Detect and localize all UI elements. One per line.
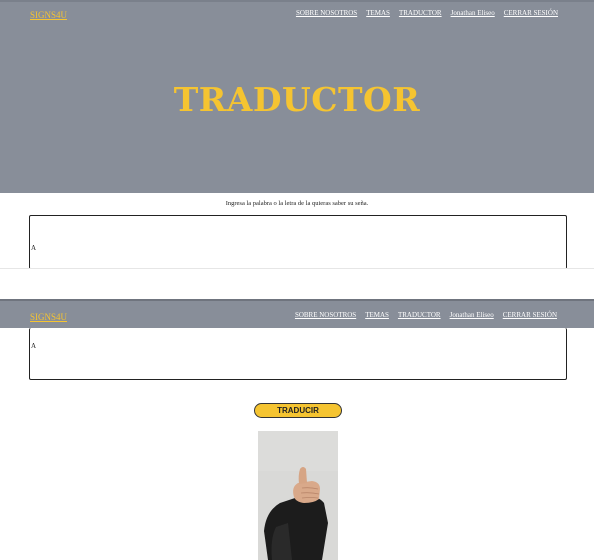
capture-divider xyxy=(0,268,594,300)
word-input[interactable]: A xyxy=(29,328,567,380)
nav-link-temas[interactable]: TEMAS xyxy=(366,9,390,17)
hero-header: SIGNS4U SOBRE NOSOTROS TEMAS TRADUCTOR J… xyxy=(0,0,594,193)
nav-link-traductor[interactable]: TRADUCTOR xyxy=(399,9,442,17)
nav-links: SOBRE NOSOTROS TEMAS TRADUCTOR Jonathan … xyxy=(296,9,558,17)
nav-links: SOBRE NOSOTROS TEMAS TRADUCTOR Jonathan … xyxy=(295,311,557,319)
nav-link-cerrar-sesion[interactable]: CERRAR SESIÓN xyxy=(504,9,558,17)
nav-link-cerrar-sesion[interactable]: CERRAR SESIÓN xyxy=(503,311,557,319)
word-input[interactable]: A xyxy=(29,215,567,269)
page-title: TRADUCTOR xyxy=(173,80,421,119)
nav-link-traductor[interactable]: TRADUCTOR xyxy=(398,311,441,319)
sign-result-image xyxy=(258,431,338,560)
brand-link[interactable]: SIGNS4U xyxy=(30,312,67,322)
translate-button[interactable]: TRADUCIR xyxy=(254,403,342,418)
instructions-text: Ingresa la palabra o la letra de la quie… xyxy=(225,200,369,207)
sticky-navbar: SIGNS4U SOBRE NOSOTROS TEMAS TRADUCTOR J… xyxy=(0,299,594,328)
brand-link[interactable]: SIGNS4U xyxy=(30,10,67,20)
nav-link-user[interactable]: Jonathan Eliseo xyxy=(451,9,495,17)
nav-link-sobre-nosotros[interactable]: SOBRE NOSOTROS xyxy=(296,9,357,17)
nav-link-user[interactable]: Jonathan Eliseo xyxy=(450,311,494,319)
input-value: A xyxy=(31,244,37,252)
nav-link-temas[interactable]: TEMAS xyxy=(365,311,389,319)
nav-link-sobre-nosotros[interactable]: SOBRE NOSOTROS xyxy=(295,311,356,319)
hand-sign-icon xyxy=(258,431,338,560)
input-value: A xyxy=(31,342,37,350)
